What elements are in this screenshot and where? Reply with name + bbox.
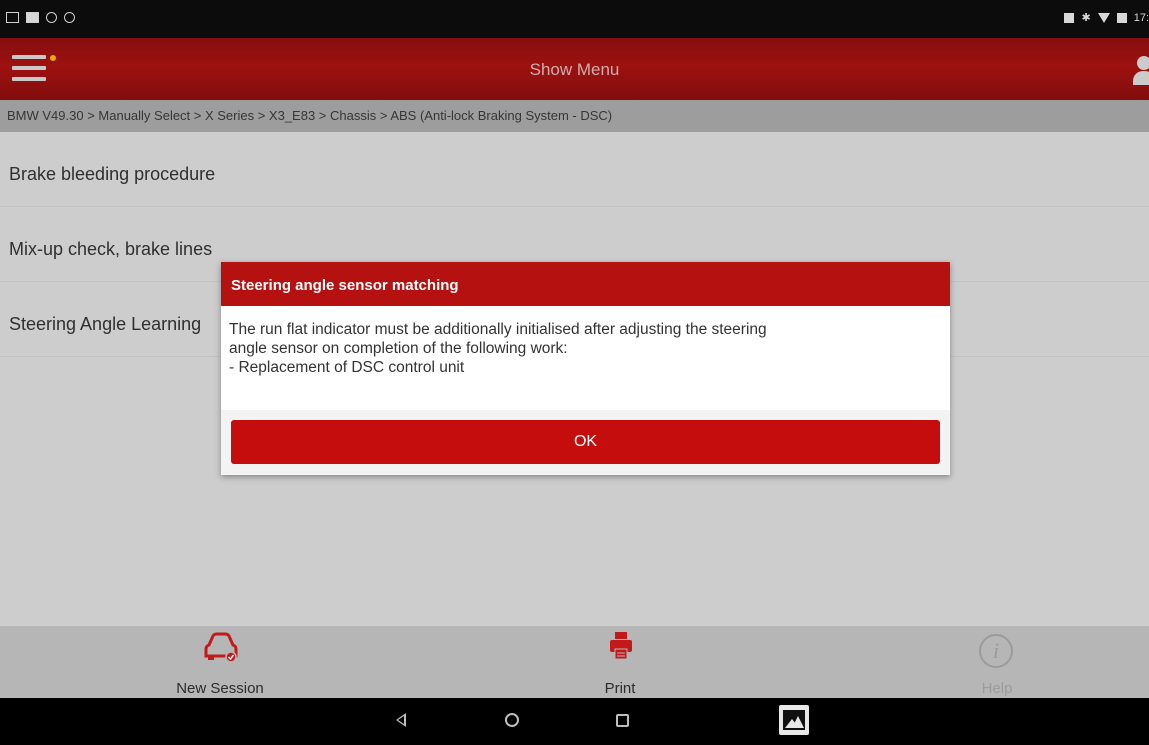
home-icon[interactable] [505, 713, 519, 727]
recents-icon[interactable] [616, 714, 629, 727]
gallery-icon[interactable] [779, 705, 809, 735]
status-bar: ✱ 17: [0, 0, 1149, 38]
screenshot-icon [6, 12, 19, 23]
back-icon[interactable] [396, 713, 406, 727]
steering-angle-dialog: Steering angle sensor matching The run f… [221, 262, 950, 475]
info-icon: i [979, 634, 1013, 668]
square-icon [26, 12, 39, 23]
help-button[interactable]: i Help [897, 626, 1097, 698]
system-nav-bar [0, 698, 1149, 745]
status-right-icons: ✱ 17: [1064, 11, 1149, 24]
clock: 17: [1133, 11, 1149, 24]
battery-icon [1116, 12, 1127, 23]
ok-button[interactable]: OK [231, 420, 940, 464]
vibrate-icon [1064, 12, 1075, 23]
wifi-icon [1097, 12, 1110, 23]
tab-label: Print [604, 680, 636, 697]
dialog-message-line: angle sensor on completion of the follow… [229, 340, 568, 357]
dialog-message-line: The run flat indicator must be additiona… [229, 321, 767, 338]
app-icon [46, 12, 57, 23]
app-icon [64, 12, 75, 23]
printer-icon [610, 632, 632, 660]
tab-label: New Session [176, 680, 264, 697]
status-left-icons [6, 12, 75, 23]
bluetooth-icon: ✱ [1081, 12, 1091, 24]
bottom-toolbar: New Session Print i Help [0, 626, 1149, 698]
dialog-message: The run flat indicator must be additiona… [221, 306, 950, 410]
tab-label: Help [981, 680, 1013, 697]
dialog-message-line: - Replacement of DSC control unit [229, 359, 465, 376]
dialog-title: Steering angle sensor matching [221, 262, 950, 306]
print-button[interactable]: Print [520, 626, 720, 698]
car-icon [204, 632, 238, 662]
new-session-button[interactable]: New Session [120, 626, 320, 698]
